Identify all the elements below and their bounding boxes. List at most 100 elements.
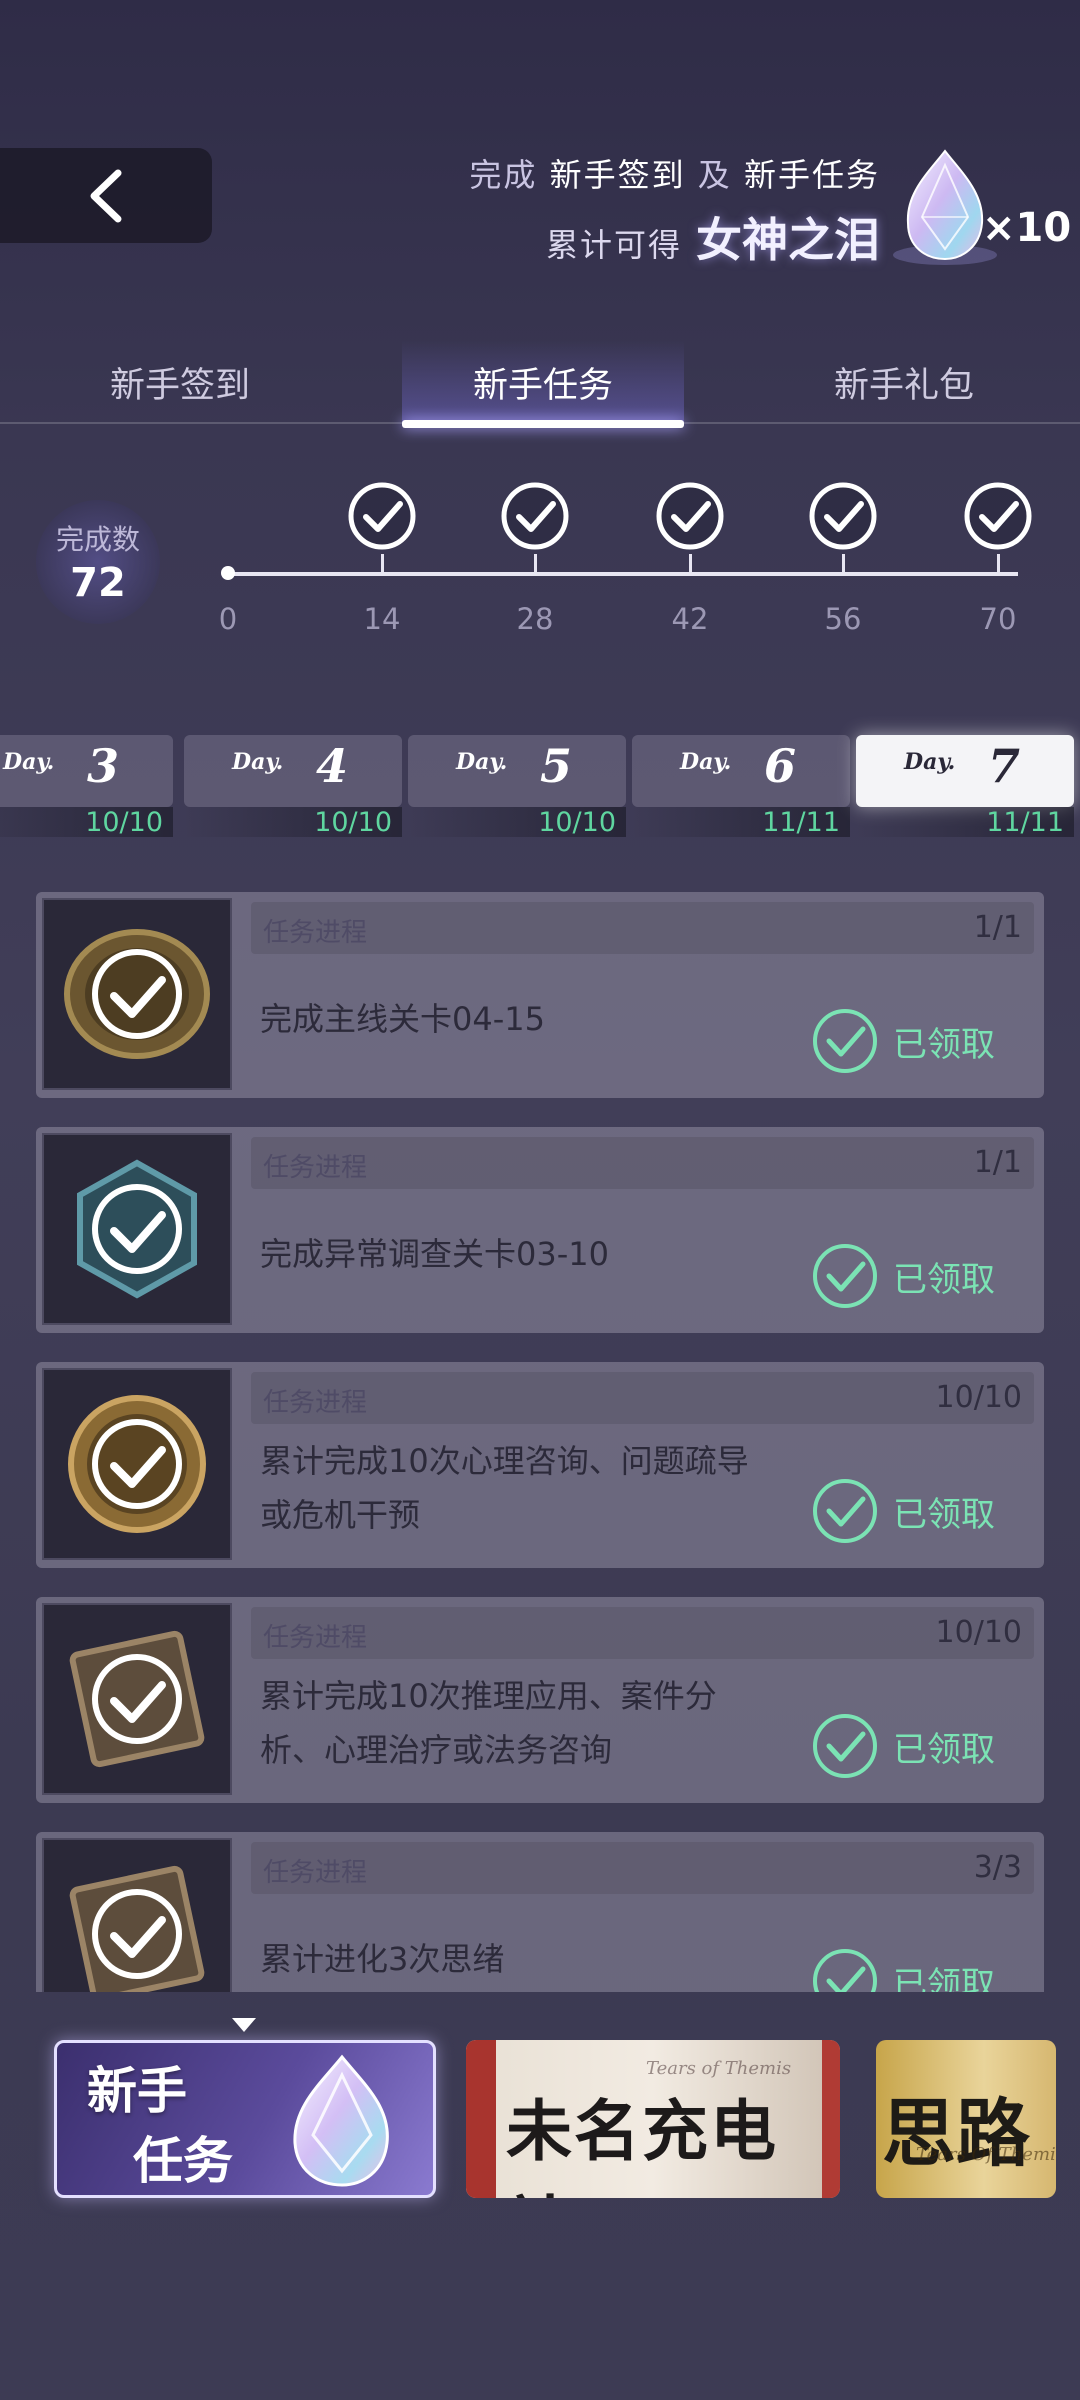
claimed-label: 已领取 bbox=[893, 1024, 995, 1065]
frame-icon bbox=[69, 1865, 205, 1992]
milestone-28[interactable] bbox=[495, 480, 575, 576]
milestone-stem bbox=[841, 554, 845, 576]
milestone-stem bbox=[996, 554, 1000, 576]
check-circle-icon bbox=[813, 1479, 877, 1543]
promo-line-1: 完成 新手签到 及 新手任务 bbox=[469, 150, 880, 196]
day-progress: 10/10 bbox=[0, 807, 173, 838]
banner-title-line1: 新手 bbox=[87, 2062, 187, 2120]
gold-coin-icon bbox=[68, 1395, 206, 1533]
claimed-label: 已领取 bbox=[893, 1494, 995, 1535]
milestone-42[interactable] bbox=[650, 480, 730, 576]
tick-label: 56 bbox=[824, 602, 862, 636]
task-progress-label: 任务进程 bbox=[263, 1153, 368, 1183]
promo-checkin-text: 新手签到 bbox=[549, 156, 686, 194]
day-progress: 10/10 bbox=[184, 807, 402, 838]
tick-label: 42 bbox=[671, 602, 709, 636]
reward-promo: 完成 新手签到 及 新手任务 累计可得 女神之泪 bbox=[469, 150, 880, 270]
task-card: 任务进程 10/10 累计完成10次心理咨询、问题疏导或危机干预 已领取 bbox=[36, 1362, 1044, 1568]
task-thumbnail bbox=[42, 1603, 232, 1795]
task-description: 完成主线关卡04-15 bbox=[260, 1000, 545, 1038]
day-tab-6[interactable]: Day. 6 11/11 bbox=[632, 735, 850, 838]
task-thumbnail bbox=[42, 1838, 232, 1992]
completion-count-label: 完成数 bbox=[55, 523, 140, 556]
task-thumbnail bbox=[42, 898, 232, 1090]
tick-label: 28 bbox=[516, 602, 554, 636]
banner-charging-station[interactable]: Tears of Themis 未名充电站 bbox=[466, 2040, 840, 2198]
milestone-56[interactable] bbox=[803, 480, 883, 576]
tick-label: 0 bbox=[218, 602, 238, 636]
task-progress-bar: 任务进程 1/1 bbox=[251, 902, 1034, 954]
task-progress-value: 1/1 bbox=[973, 1145, 1022, 1180]
banner-title: 未名充电站 bbox=[506, 2092, 778, 2198]
back-button[interactable] bbox=[0, 148, 212, 243]
day-tab-7[interactable]: Day. 7 11/11 bbox=[856, 735, 1074, 838]
banner-thinking[interactable]: 思路 Tears Of Themis bbox=[876, 2040, 1056, 2198]
task-progress-bar: 任务进程 10/10 bbox=[251, 1372, 1034, 1424]
task-progress-value: 10/10 bbox=[935, 1380, 1022, 1415]
day-label: Day. bbox=[904, 749, 956, 775]
check-circle-icon bbox=[809, 482, 877, 550]
day-label: Day. bbox=[3, 749, 55, 775]
task-progress-value: 10/10 bbox=[935, 1615, 1022, 1650]
milestone-14[interactable] bbox=[342, 480, 422, 576]
banner-title-line2: 任务 bbox=[133, 2132, 233, 2190]
day-number: 5 bbox=[540, 739, 573, 793]
day-tab-5[interactable]: Day. 5 10/10 bbox=[408, 735, 626, 838]
day-tab-3[interactable]: Day. 3 10/10 bbox=[0, 735, 173, 838]
claimed-label: 已领取 bbox=[893, 1259, 995, 1300]
claimed-label: 已领取 bbox=[893, 1729, 995, 1770]
day-label: Day. bbox=[680, 749, 732, 775]
task-card: 任务进程 3/3 累计进化3次思绪 已领取 bbox=[36, 1832, 1044, 1992]
tab-tasks[interactable]: 新手任务 bbox=[402, 340, 684, 428]
banner-newbie-tasks[interactable]: 新手 任务 bbox=[54, 2040, 436, 2198]
tab-checkin[interactable]: 新手签到 bbox=[60, 340, 300, 424]
progress-node bbox=[221, 566, 235, 580]
task-progress-value: 3/3 bbox=[973, 1850, 1022, 1885]
milestone-stem bbox=[380, 554, 384, 576]
hexagon-badge-icon bbox=[77, 1159, 197, 1299]
milestone-stem bbox=[688, 554, 692, 576]
day-number: 7 bbox=[988, 739, 1021, 793]
task-progress-label: 任务进程 bbox=[263, 918, 368, 948]
claimed-label: 已领取 bbox=[893, 1964, 995, 1993]
task-progress-bar: 任务进程 10/10 bbox=[251, 1607, 1034, 1659]
task-progress-label: 任务进程 bbox=[263, 1858, 368, 1888]
banner-watermark: Tears of Themis bbox=[646, 2058, 792, 2079]
day-number: 4 bbox=[316, 739, 349, 793]
day-progress: 11/11 bbox=[632, 807, 850, 838]
check-circle-icon bbox=[348, 482, 416, 550]
check-circle-icon bbox=[964, 482, 1032, 550]
task-description: 累计完成10次推理应用、案件分析、心理治疗或法务咨询 bbox=[260, 1677, 717, 1769]
reward-multiplier: ×10 bbox=[982, 205, 1072, 251]
day-selector: Day. 3 10/10 Day. 4 10/10 Day. 5 10/10 D… bbox=[0, 735, 1080, 840]
check-circle-icon bbox=[813, 1714, 877, 1778]
tab-gift-pack[interactable]: 新手礼包 bbox=[784, 340, 1024, 424]
check-circle-icon bbox=[656, 482, 724, 550]
check-circle-icon bbox=[501, 482, 569, 550]
milestone-70[interactable] bbox=[958, 480, 1038, 576]
coin-icon bbox=[64, 929, 210, 1059]
claimed-status: 已领取 bbox=[811, 1947, 995, 1992]
day-label: Day. bbox=[232, 749, 284, 775]
claimed-status: 已领取 bbox=[811, 1242, 995, 1310]
task-progress-label: 任务进程 bbox=[263, 1388, 368, 1418]
task-card: 任务进程 1/1 完成异常调查关卡03-10 已领取 bbox=[36, 1127, 1044, 1333]
promo-text: 及 bbox=[697, 156, 732, 194]
check-circle-icon bbox=[813, 1009, 877, 1073]
reward-name: 女神之泪 bbox=[696, 213, 880, 267]
promo-line-2: 累计可得 女神之泪 bbox=[469, 204, 880, 270]
frame-icon bbox=[69, 1630, 205, 1768]
task-thumbnail bbox=[42, 1133, 232, 1325]
task-list[interactable]: 任务进程 1/1 完成主线关卡04-15 已领取 任务进程 1/1 完成异常调查… bbox=[36, 892, 1044, 1992]
claimed-status: 已领取 bbox=[811, 1477, 995, 1545]
task-progress-bar: 任务进程 3/3 bbox=[251, 1842, 1034, 1894]
claimed-status: 已领取 bbox=[811, 1712, 995, 1780]
tick-label: 14 bbox=[363, 602, 401, 636]
milestone-stem bbox=[533, 554, 537, 576]
day-label: Day. bbox=[456, 749, 508, 775]
goddess-tear-gem-icon bbox=[293, 2054, 389, 2187]
chevron-left-icon bbox=[90, 169, 122, 222]
selected-banner-indicator bbox=[232, 2018, 256, 2032]
day-tab-4[interactable]: Day. 4 10/10 bbox=[184, 735, 402, 838]
promo-task-text: 新手任务 bbox=[743, 156, 880, 194]
